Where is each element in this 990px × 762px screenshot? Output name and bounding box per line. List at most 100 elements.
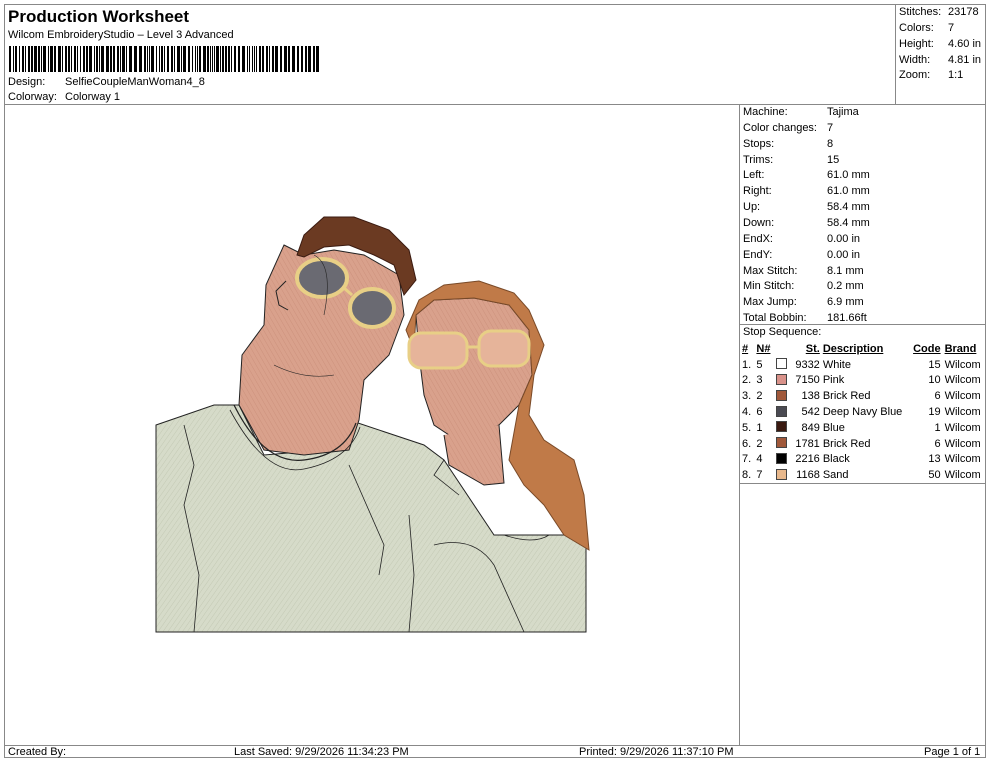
stat-value: 8.1 mm (827, 264, 864, 277)
row-description: Brick Red (822, 390, 871, 403)
woman-glasses-left (407, 331, 469, 370)
col-description: Description (822, 342, 884, 355)
stat-label: Max Stitch: (743, 264, 798, 277)
man-glasses-left-lens (295, 257, 349, 299)
color-swatch (775, 373, 787, 385)
stat-label: Color changes: (743, 121, 817, 134)
row-code: 6 (934, 390, 941, 403)
color-swatch (775, 468, 787, 480)
stat-value: 181.66ft (827, 312, 867, 325)
machine-info-panel: Machine: Tajima Color changes: 7 Stops: 8 Trim… (740, 105, 986, 745)
divider (740, 324, 986, 325)
col-st: St. (805, 342, 820, 355)
machine-stat-row: Trims: 15 (743, 154, 839, 166)
stat-label: EndY: (743, 248, 773, 261)
row-n: 2 (756, 390, 763, 403)
row-stitches: 7150 (795, 374, 820, 387)
color-swatch (775, 452, 787, 464)
stat-value: 0.00 in (827, 248, 861, 261)
machine-stat-row: Color changes: 7 (743, 122, 833, 134)
woman-glasses-right (477, 329, 531, 368)
stat-label: Total Bobbin: (743, 312, 807, 325)
row-n: 2 (756, 437, 763, 450)
row-code: 19 (928, 406, 941, 419)
stat-label: Max Jump: (743, 296, 797, 309)
printed-date: Printed: 9/29/2026 11:37:10 PM (579, 746, 734, 758)
col-num: # (742, 342, 749, 355)
row-description: White (822, 358, 851, 371)
stat-height: Height: 4.60 in (899, 38, 982, 50)
row-stitches: 542 (801, 406, 820, 419)
row-brand: Wilcom (944, 406, 981, 419)
row-code: 13 (928, 453, 941, 466)
table-header-row: # N# St. Description Code Brand (740, 341, 986, 357)
machine-stat-row: Total Bobbin: 181.66ft (743, 312, 867, 324)
stat-value: 61.0 mm (827, 185, 870, 198)
row-n: 1 (756, 421, 763, 434)
design-row: Design: SelfieCoupleManWoman4_8 (8, 76, 205, 88)
row-num: 8. (742, 469, 752, 482)
row-num: 5. (742, 421, 752, 434)
stat-label: Stops: (743, 137, 775, 150)
col-n: N# (756, 342, 771, 355)
machine-stat-row: Down: 58.4 mm (743, 217, 870, 229)
stat-value: Tajima (827, 106, 859, 118)
barcode (9, 46, 319, 72)
row-code: 6 (934, 437, 941, 450)
row-description: Blue (822, 421, 845, 434)
machine-stat-row: Right: 61.0 mm (743, 185, 870, 197)
stat-value: 0.00 in (827, 232, 861, 245)
row-n: 3 (756, 374, 763, 387)
col-code: Code (913, 342, 941, 355)
row-description: Pink (822, 374, 845, 387)
page-title: Production Worksheet (8, 7, 190, 26)
row-stitches: 138 (801, 390, 820, 403)
stat-value: 6.9 mm (827, 296, 864, 309)
row-stitches: 1781 (795, 437, 820, 450)
colorway-value: Colorway 1 (65, 91, 121, 103)
machine-stat-row: Left: 61.0 mm (743, 169, 870, 181)
row-stitches: 849 (801, 421, 820, 434)
embroidery-design-image (155, 216, 590, 633)
row-stitches: 2216 (795, 453, 820, 466)
row-num: 2. (742, 374, 752, 387)
color-swatch (775, 358, 787, 370)
stop-sequence-table: # N# St. Description Code Brand 1. 5 9332 W… (740, 341, 986, 483)
table-row: 8. 7 1168 Sand 50 Wilcom (740, 467, 986, 483)
row-num: 3. (742, 390, 752, 403)
row-code: 1 (934, 421, 941, 434)
stat-value: 58.4 mm (827, 216, 870, 229)
machine-stat-row: EndY: 0.00 in (743, 249, 860, 261)
row-brand: Wilcom (944, 437, 981, 450)
machine-stat-row: EndX: 0.00 in (743, 233, 860, 245)
row-n: 7 (756, 469, 763, 482)
row-brand: Wilcom (944, 453, 981, 466)
row-num: 6. (742, 437, 752, 450)
man-glasses-right-lens (348, 287, 396, 329)
row-code: 50 (928, 469, 941, 482)
page-number: Page 1 of 1 (924, 746, 981, 758)
stat-value: 7 (827, 121, 834, 134)
machine-stat-row: Min Stitch: 0.2 mm (743, 280, 864, 292)
stat-label: Left: (743, 169, 765, 182)
colorway-label: Colorway: (8, 91, 57, 103)
machine-stat-row: Max Stitch: 8.1 mm (743, 265, 864, 277)
row-description: Brick Red (822, 437, 871, 450)
design-value: SelfieCoupleManWoman4_8 (65, 76, 205, 88)
created-by: Created By: (8, 746, 67, 758)
row-n: 6 (756, 406, 763, 419)
row-stitches: 1168 (796, 469, 820, 482)
row-brand: Wilcom (944, 421, 981, 434)
design-label: Design: (8, 76, 46, 88)
stat-zoom: Zoom: 1:1 (899, 69, 964, 81)
stat-label: EndX: (743, 232, 773, 245)
table-row: 1. 5 9332 White 15 Wilcom (740, 357, 986, 373)
row-n: 5 (756, 358, 763, 371)
color-swatch (775, 421, 787, 433)
row-num: 4. (742, 406, 752, 419)
stop-sequence-title: Stop Sequence: (743, 326, 822, 338)
worksheet-header: Production Worksheet Wilcom EmbroiderySt… (4, 4, 896, 105)
row-code: 10 (928, 374, 941, 387)
row-brand: Wilcom (944, 358, 981, 371)
divider (740, 483, 986, 484)
